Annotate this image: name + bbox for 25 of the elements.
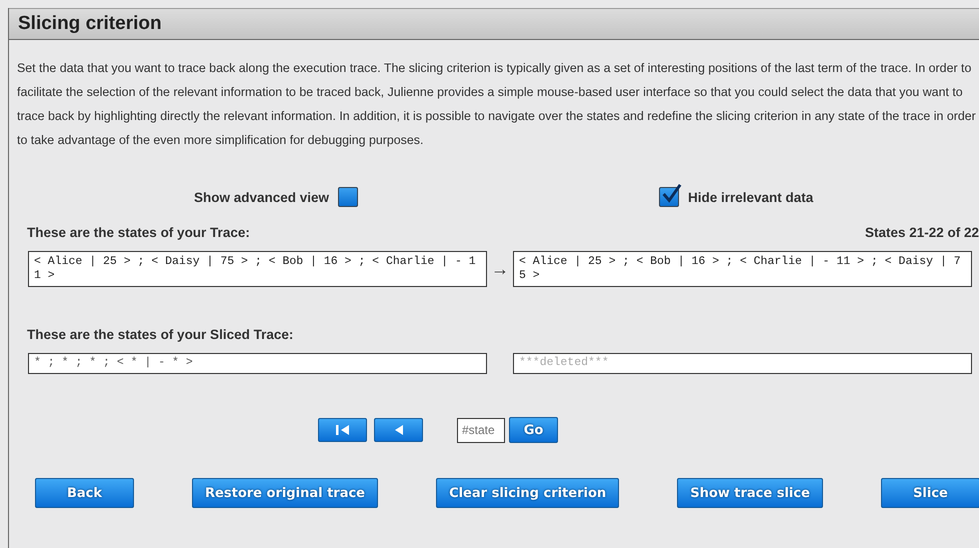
trace-state-field[interactable]: < Alice | 25 > ; < Daisy | 75 > ; < Bob | 16 > ; < Charlie | - 11 > xyxy=(28,251,487,287)
skip-first-icon xyxy=(334,424,352,436)
sliced-trace-heading: These are the states of your Sliced Trace: xyxy=(27,327,294,342)
option-label: Show advanced view xyxy=(194,190,330,204)
state-number-field[interactable]: #state xyxy=(457,418,505,442)
arrow-text: → xyxy=(490,258,510,280)
sliced-state-field[interactable]: ***deleted*** xyxy=(513,353,972,374)
description-text: Set the data that you want to trace back along the execution trace. The slicing criterion is typically given as a set of interesting positions of the last term of the trace. In order to facilitate the selection of the relevant information to be traced back, Julienne provides a simple mouse-based user interface so that you could select the data that you want to trace back by highlighting directly the relevant information. In addition, it is possible to navigate over the states and redefine the slicing criterion in any state of the trace in order to take advantage of the even more simplification for debugging purposes. xyxy=(17,60,977,149)
first-state-button[interactable] xyxy=(318,418,367,442)
option-label: Hide irrelevant data xyxy=(688,190,814,204)
checkbox[interactable] xyxy=(659,187,679,207)
action-button[interactable]: Slice xyxy=(880,478,979,508)
action-button[interactable]: Clear slicing criterion xyxy=(436,478,620,508)
checkbox[interactable] xyxy=(338,187,358,207)
sliced-state-field[interactable]: * ; * ; * ; < * | - * > xyxy=(28,353,487,374)
panel-title: Slicing criterion xyxy=(18,13,162,35)
previous-state-button[interactable] xyxy=(374,418,423,442)
triangle-left-icon xyxy=(392,424,404,436)
trace-heading: These are the states of your Trace: xyxy=(27,225,250,240)
action-button[interactable]: Back xyxy=(35,478,134,508)
states-range: States 21-22 of 22 xyxy=(864,225,979,240)
go-button[interactable]: Go xyxy=(509,417,558,443)
action-button[interactable]: Show trace slice xyxy=(677,478,823,508)
trace-state-field[interactable]: < Alice | 25 > ; < Bob | 16 > ; < Charlie | - 11 > ; < Daisy | 75 > xyxy=(513,251,972,287)
action-button[interactable]: Restore original trace xyxy=(192,478,378,508)
